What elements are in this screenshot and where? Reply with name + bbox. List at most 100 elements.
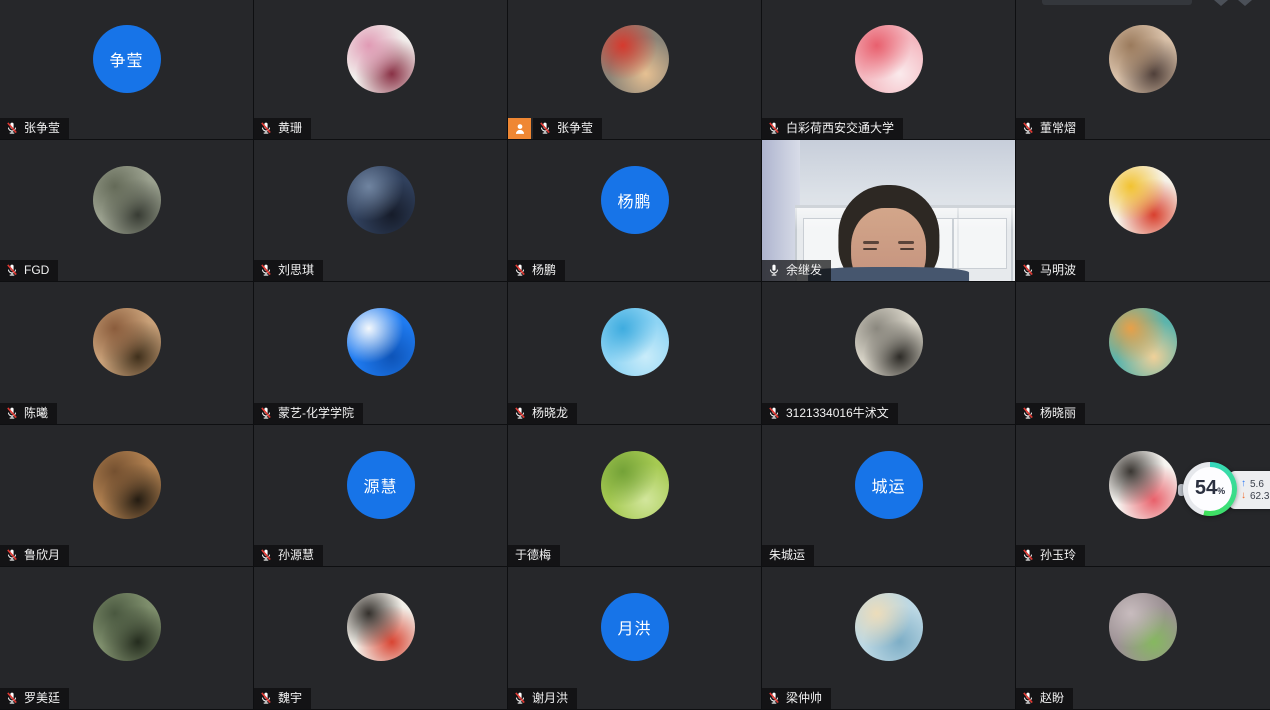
participant-name: 张争莹	[24, 121, 60, 135]
avatar	[347, 25, 415, 93]
mic-icon	[1021, 691, 1035, 705]
video-person-eye	[900, 248, 914, 251]
participant-tile[interactable]: 余继发	[762, 140, 1016, 282]
mic-icon	[538, 121, 552, 135]
mic-icon	[1021, 121, 1035, 135]
mic-icon	[767, 691, 781, 705]
participant-tile[interactable]: 白彩荷西安交通大学	[762, 0, 1016, 140]
participant-tile[interactable]: 鲁欣月	[0, 425, 254, 567]
progress-ring: 54 %	[1183, 462, 1237, 516]
participant-tile[interactable]: 争莹 张争莹	[0, 0, 254, 140]
participant-label-row: 蒙艺-化学学院	[254, 403, 363, 424]
toolbar-remnant	[1040, 0, 1270, 6]
participant-name: 蒙艺-化学学院	[278, 406, 354, 420]
upload-arrow-icon: ↑	[1241, 479, 1246, 489]
avatar	[855, 593, 923, 661]
nametag: 黄珊	[254, 118, 311, 139]
participant-label-row: 杨晓龙	[508, 403, 577, 424]
avatar	[1109, 451, 1177, 519]
percent-value: 54	[1195, 478, 1217, 498]
participant-tile[interactable]: 蒙艺-化学学院	[254, 282, 508, 425]
participant-label-row: 刘思琪	[254, 260, 323, 281]
participant-name: 罗美廷	[24, 691, 60, 705]
nametag: 梁仲帅	[762, 688, 831, 709]
participant-label-row: 杨晓丽	[1016, 403, 1085, 424]
participant-label-row: 张争莹	[508, 118, 602, 139]
avatar	[93, 593, 161, 661]
participant-tile[interactable]: 于德梅	[508, 425, 762, 567]
participant-label-row: 董常熠	[1016, 118, 1085, 139]
upload-row: ↑ 5.6	[1241, 479, 1270, 490]
participant-tile[interactable]: FGD	[0, 140, 254, 282]
nametag: FGD	[0, 260, 58, 281]
participant-label-row: 孙玉玲	[1016, 545, 1085, 566]
participant-label-row: 谢月洪	[508, 688, 577, 709]
participant-tile[interactable]: 刘思琪	[254, 140, 508, 282]
avatar: 源慧	[347, 451, 415, 519]
participant-label-row: 于德梅	[508, 545, 560, 566]
participant-tile[interactable]: 源慧 孙源慧	[254, 425, 508, 567]
participant-label-row: 张争莹	[0, 118, 69, 139]
nametag: 谢月洪	[508, 688, 577, 709]
mic-icon	[259, 406, 273, 420]
participant-name: 梁仲帅	[786, 691, 822, 705]
participant-tile[interactable]: 梁仲帅	[762, 567, 1016, 710]
participant-tile[interactable]: 马明波	[1016, 140, 1270, 282]
mic-icon	[5, 406, 19, 420]
avatar	[1109, 25, 1177, 93]
participant-tile[interactable]: 城运 朱城运	[762, 425, 1016, 567]
participant-tile[interactable]: 杨晓丽	[1016, 282, 1270, 425]
nametag: 蒙艺-化学学院	[254, 403, 363, 424]
avatar	[93, 166, 161, 234]
toolbar-remnant-bar	[1042, 0, 1192, 5]
participant-tile[interactable]: 魏宇	[254, 567, 508, 710]
participant-name: 张争莹	[557, 121, 593, 135]
video-person-shirt	[808, 267, 970, 281]
meeting-window: 争莹 张争莹	[0, 0, 1270, 710]
participant-name: 陈曦	[24, 406, 48, 420]
avatar: 杨鹏	[601, 166, 669, 234]
participant-label-row: 杨鹏	[508, 260, 565, 281]
avatar	[601, 308, 669, 376]
participant-label-row: 魏宇	[254, 688, 311, 709]
nametag: 鲁欣月	[0, 545, 69, 566]
participant-name: 孙玉玲	[1040, 548, 1076, 562]
participant-label-row: 孙源慧	[254, 545, 323, 566]
upload-value: 5.6	[1250, 479, 1264, 490]
participant-tile[interactable]: 月洪 谢月洪	[508, 567, 762, 710]
participant-label-row: 朱城运	[762, 545, 814, 566]
participant-tile[interactable]: 陈曦	[0, 282, 254, 425]
participant-name: 董常熠	[1040, 121, 1076, 135]
mic-icon	[5, 548, 19, 562]
chevron-down-icon	[1238, 0, 1252, 6]
participant-label-row: 鲁欣月	[0, 545, 69, 566]
participant-name: FGD	[24, 263, 49, 277]
participant-name: 刘思琪	[278, 263, 314, 277]
participant-name: 杨晓龙	[532, 406, 568, 420]
avatar	[347, 166, 415, 234]
participant-name: 余继发	[786, 263, 822, 277]
participant-tile[interactable]: 董常熠	[1016, 0, 1270, 140]
progress-ring-inner: 54 %	[1188, 467, 1232, 511]
nametag: 张争莹	[0, 118, 69, 139]
participant-tile[interactable]: 赵盼	[1016, 567, 1270, 710]
participant-tile[interactable]: 3121334016牛沭文	[762, 282, 1016, 425]
nametag: 马明波	[1016, 260, 1085, 281]
participant-tile[interactable]: 张争莹	[508, 0, 762, 140]
mic-icon	[513, 263, 527, 277]
nametag: 董常熠	[1016, 118, 1085, 139]
nametag: 杨晓龙	[508, 403, 577, 424]
mic-icon	[5, 121, 19, 135]
nametag: 赵盼	[1016, 688, 1073, 709]
participant-tile[interactable]: 黄珊	[254, 0, 508, 140]
mic-icon	[1021, 548, 1035, 562]
participant-name: 鲁欣月	[24, 548, 60, 562]
avatar	[601, 451, 669, 519]
person-badge-icon	[508, 118, 531, 139]
participant-tile[interactable]: 罗美廷	[0, 567, 254, 710]
network-monitor-widget[interactable]: ↑ 5.6 ↓ 62.3 54 %	[1183, 462, 1270, 518]
participant-tile[interactable]: 杨晓龙	[508, 282, 762, 425]
participant-tile[interactable]: 杨鹏 杨鹏	[508, 140, 762, 282]
nametag: 罗美廷	[0, 688, 69, 709]
participant-label-row: FGD	[0, 260, 58, 281]
